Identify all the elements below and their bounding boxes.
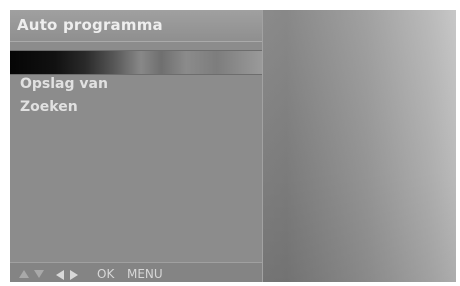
menu-item-opslag-van[interactable]: Opslag van xyxy=(20,76,108,92)
tv-screen: Auto programma Opslag van Zoeken OK MENU xyxy=(10,10,456,282)
menu-item-zoeken[interactable]: Zoeken xyxy=(20,99,78,115)
menu-title-bar: Auto programma xyxy=(10,10,262,42)
menu-title: Auto programma xyxy=(17,16,163,34)
up-arrow-icon xyxy=(19,270,29,278)
down-arrow-icon xyxy=(34,270,44,278)
left-arrow-icon xyxy=(56,270,64,280)
right-arrow-icon xyxy=(70,270,78,280)
ok-hint: OK xyxy=(97,267,115,281)
auto-programma-menu: Auto programma Opslag van Zoeken OK MENU xyxy=(10,10,263,282)
selected-menu-item[interactable] xyxy=(10,50,262,75)
menu-hint: MENU xyxy=(127,267,163,281)
